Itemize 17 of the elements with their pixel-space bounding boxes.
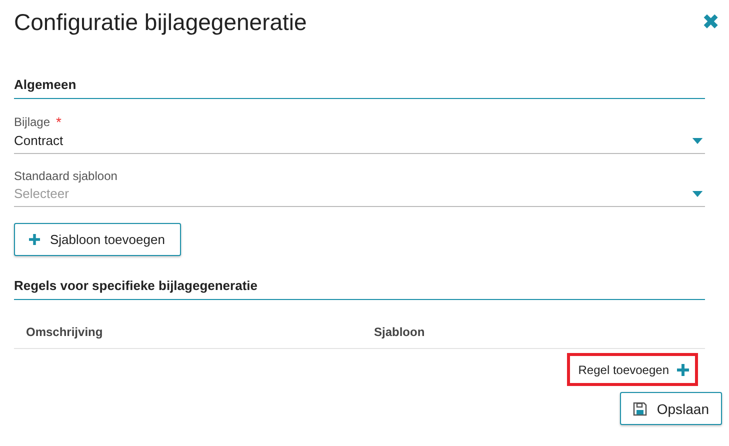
close-button[interactable]: ✖ [702, 12, 720, 32]
plus-icon [677, 364, 689, 376]
select-field[interactable]: Contract [14, 130, 705, 154]
caret-icon [692, 190, 703, 196]
dialog-title: Configuratie bijlagegeneratie [14, 8, 307, 36]
required-mark: * [56, 114, 62, 130]
save-button[interactable]: Opslaan [620, 392, 722, 425]
field-label: Standaard sjabloon [14, 169, 118, 183]
add-rule-button[interactable]: Regel toevoegen [567, 353, 698, 386]
plus-icon [29, 234, 40, 245]
section-heading: Regels voor specifieke bijlagegeneratie [14, 278, 705, 300]
column-header: Omschrijving [25, 325, 104, 339]
caret-icon [692, 138, 703, 144]
add-template-button[interactable]: Sjabloon toevoegen [14, 223, 181, 256]
section-heading: Algemeen [14, 77, 705, 99]
field-label: Bijlage [14, 115, 50, 129]
column-header: Sjabloon [373, 325, 425, 339]
